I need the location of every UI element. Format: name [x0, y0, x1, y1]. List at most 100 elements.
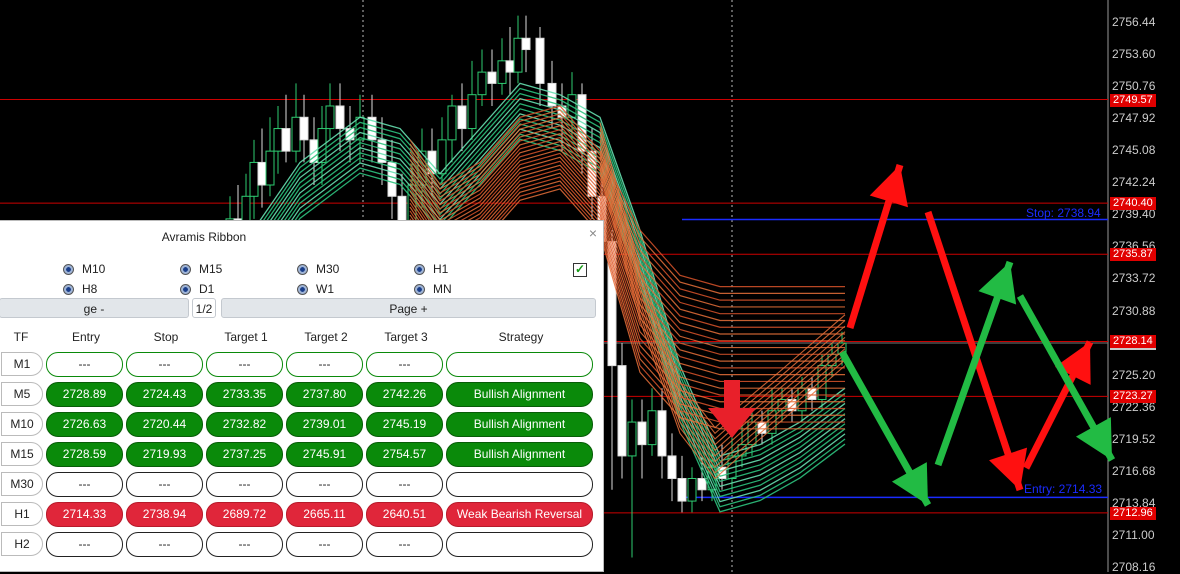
candle	[497, 60, 507, 84]
value-cell: 2754.57	[366, 442, 443, 467]
stop-line-label: Stop: 2738.94	[1026, 206, 1101, 220]
value-cell: 2745.91	[286, 442, 363, 467]
timeframe-radio-m15[interactable]: M15	[180, 262, 222, 276]
red-up-arrow-head	[869, 165, 908, 208]
strategy-cell: Bullish Alignment	[446, 442, 593, 467]
timeframe-label: H8	[82, 282, 98, 296]
value-cell: 2732.82	[206, 412, 283, 437]
column-header: Stop	[153, 330, 179, 344]
radio-icon[interactable]	[180, 263, 191, 275]
price-axis-label: 2730.88	[1112, 303, 1156, 318]
price-axis-label: 2745.08	[1112, 143, 1156, 158]
candle	[273, 128, 283, 152]
value-cell: ---	[366, 532, 443, 557]
price-axis-label: 2716.68	[1112, 463, 1156, 478]
strategy-cell: Weak Bearish Reversal	[446, 502, 593, 527]
price-axis-label: 2756.44	[1112, 15, 1156, 29]
row-timeframe: H1	[1, 502, 43, 526]
value-cell: ---	[206, 532, 283, 557]
value-cell: 2728.89	[46, 382, 123, 407]
timeframe-radio-m30[interactable]: M30	[297, 262, 339, 276]
strategy-cell: Bullish Alignment	[446, 412, 593, 437]
candle	[257, 161, 267, 186]
page-plus-button[interactable]: Page +	[221, 298, 596, 318]
price-tag: 2728.14	[1110, 335, 1156, 349]
candle	[335, 105, 345, 130]
radio-icon[interactable]	[414, 263, 425, 275]
candle	[687, 477, 697, 502]
entry-line-label: Entry: 2714.33	[1024, 482, 1103, 496]
enable-checkbox[interactable]: ✓	[573, 263, 587, 277]
value-cell: ---	[286, 352, 363, 377]
column-header: Target 1	[224, 330, 268, 344]
value-cell: 2738.94	[126, 502, 203, 527]
row-timeframe: M1	[1, 352, 43, 376]
value-cell: 2714.33	[46, 502, 123, 527]
candle	[281, 128, 291, 152]
page-indicator: 1/2	[192, 298, 216, 318]
value-cell: ---	[126, 472, 203, 497]
timeframe-radio-mn[interactable]: MN	[414, 282, 452, 296]
timeframe-radio-h8[interactable]: H8	[63, 282, 97, 296]
price-axis-label: 2733.72	[1112, 271, 1156, 286]
strategy-cell	[446, 352, 593, 377]
column-header: Strategy	[498, 330, 544, 344]
value-cell: 2728.59	[46, 442, 123, 467]
value-cell: ---	[126, 352, 203, 377]
radio-icon[interactable]	[414, 283, 425, 295]
candle	[447, 105, 457, 141]
column-header: Entry	[71, 330, 100, 344]
candle	[667, 455, 677, 479]
page-minus-button[interactable]: ge -	[0, 298, 189, 318]
price-tag: 2749.57	[1110, 93, 1156, 107]
candle	[617, 365, 627, 457]
strategy-cell	[446, 532, 593, 557]
candle	[513, 37, 523, 73]
candle	[697, 477, 707, 491]
price-axis-label: 2725.20	[1112, 367, 1156, 382]
candle	[637, 421, 647, 446]
row-timeframe: H2	[1, 532, 43, 556]
row-timeframe: M5	[1, 382, 43, 406]
value-cell: 2720.44	[126, 412, 203, 437]
price-tag: 2740.40	[1110, 197, 1156, 211]
value-cell: ---	[286, 472, 363, 497]
radio-icon[interactable]	[63, 283, 74, 295]
strategy-cell	[446, 472, 593, 497]
value-cell: 2737.80	[286, 382, 363, 407]
candle	[535, 37, 545, 84]
radio-icon[interactable]	[297, 283, 308, 295]
value-cell: ---	[366, 352, 443, 377]
timeframe-label: M30	[316, 262, 340, 276]
value-cell: 2737.25	[206, 442, 283, 467]
radio-icon[interactable]	[63, 263, 74, 275]
value-cell: ---	[366, 472, 443, 497]
column-header: TF	[13, 330, 29, 344]
timeframe-radio-w1[interactable]: W1	[297, 282, 334, 296]
price-axis-label: 2711.00	[1112, 527, 1155, 542]
value-cell: 2726.63	[46, 412, 123, 437]
value-cell: 2745.19	[366, 412, 443, 437]
price-axis-label: 2742.24	[1112, 175, 1156, 190]
timeframe-radio-m10[interactable]: M10	[63, 262, 105, 276]
value-cell: 2733.35	[206, 382, 283, 407]
candle	[249, 161, 259, 197]
radio-icon[interactable]	[297, 263, 308, 275]
candle	[457, 105, 467, 130]
row-timeframe: M15	[1, 442, 43, 466]
timeframe-radio-d1[interactable]: D1	[180, 282, 214, 296]
candle	[521, 37, 531, 51]
price-axis-label: 2750.76	[1112, 79, 1156, 94]
price-axis-label: 2753.60	[1112, 47, 1156, 62]
price-axis-label: 2747.92	[1112, 111, 1156, 126]
close-icon[interactable]: ×	[589, 225, 597, 241]
timeframe-label: W1	[316, 282, 334, 296]
timeframe-radio-h1[interactable]: H1	[414, 262, 448, 276]
value-cell: 2665.11	[286, 502, 363, 527]
avramis-ribbon-panel: Avramis Ribbon × M10 M15 M30 H1 H8 D1 W1 MN ✓ g…	[0, 220, 604, 572]
radio-icon[interactable]	[180, 283, 191, 295]
timeframe-label: M10	[82, 262, 106, 276]
value-cell: 2689.72	[206, 502, 283, 527]
timeframe-label: MN	[433, 282, 452, 296]
value-cell: ---	[206, 472, 283, 497]
